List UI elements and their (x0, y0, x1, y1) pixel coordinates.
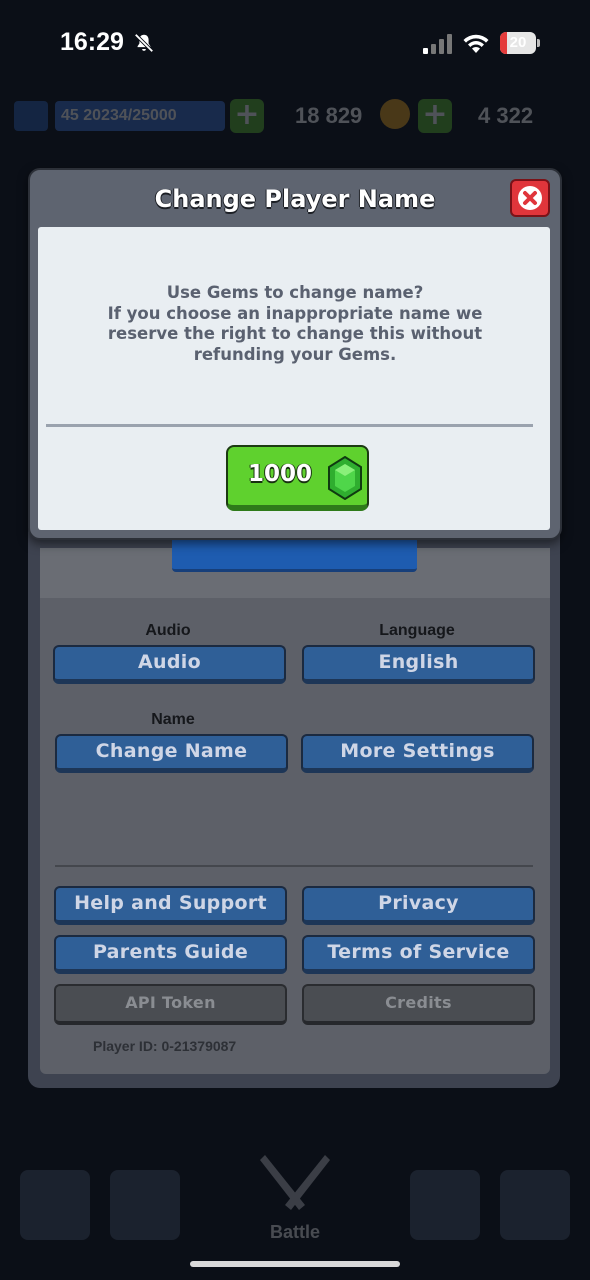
parents-guide-button[interactable]: Parents Guide (54, 935, 287, 974)
nav-cards-icon[interactable] (110, 1170, 180, 1240)
name-label: Name (151, 711, 195, 728)
api-token-button[interactable]: API Token (54, 984, 287, 1025)
help-support-button[interactable]: Help and Support (54, 886, 287, 925)
gold-coin-icon (380, 99, 410, 129)
status-bar: 16:29 20 (0, 0, 590, 90)
settings-divider (55, 865, 533, 867)
gem-icon (328, 456, 362, 500)
level-value: 45 (61, 107, 79, 124)
modal-message-line3: reserve the right to change this without (107, 324, 483, 343)
close-button[interactable] (510, 179, 550, 217)
language-label: Language (379, 622, 455, 639)
modal-message-line2: If you choose an inappropriate name we (107, 303, 483, 323)
nav-shop-icon[interactable] (20, 1170, 90, 1240)
modal-message-line4: refunding your Gems. (193, 344, 397, 364)
modal-divider (46, 424, 533, 427)
gem-cost-label: 1000 (248, 461, 313, 487)
level-badge (14, 101, 48, 131)
privacy-button[interactable]: Privacy (302, 886, 535, 925)
gold-amount: 18 829 (295, 103, 363, 128)
gems-amount: 4 322 (478, 103, 534, 128)
battery-level: 20 (509, 34, 527, 51)
nav-social-icon[interactable] (410, 1170, 480, 1240)
more-settings-button[interactable]: More Settings (301, 734, 534, 773)
settings-tab-indicator (172, 535, 417, 572)
add-xp-icon: + (230, 99, 264, 133)
nav-battle-label: Battle (269, 1222, 320, 1242)
status-time: 16:29 (60, 28, 124, 56)
terms-of-service-button[interactable]: Terms of Service (302, 935, 535, 974)
xp-bar: 45 20234/25000 (55, 101, 225, 131)
modal-message: Use Gems to change name? If you choose a… (80, 283, 510, 365)
wifi-icon (463, 34, 489, 53)
modal-title: Change Player Name (154, 185, 436, 213)
audio-label: Audio (145, 622, 191, 639)
audio-button[interactable]: Audio (53, 645, 286, 684)
battery-icon: 20 (500, 32, 540, 54)
bell-slash-icon (134, 33, 154, 53)
add-gold-icon: + (418, 99, 452, 133)
change-name-button[interactable]: Change Name (55, 734, 288, 773)
modal-message-line1: Use Gems to change name? (166, 283, 424, 302)
home-indicator (190, 1261, 400, 1267)
player-id: Player ID: 0-21379087 (93, 1038, 237, 1054)
language-button[interactable]: English (302, 645, 535, 684)
nav-events-icon[interactable] (500, 1170, 570, 1240)
resource-bar: 45 20234/25000 + 18 829 + 4 322 (0, 95, 590, 145)
close-icon (518, 186, 542, 210)
cellular-signal-icon (423, 34, 452, 54)
xp-value: 20234/25000 (83, 107, 177, 124)
crossed-swords-icon[interactable] (255, 1150, 335, 1220)
credits-button[interactable]: Credits (302, 984, 535, 1025)
